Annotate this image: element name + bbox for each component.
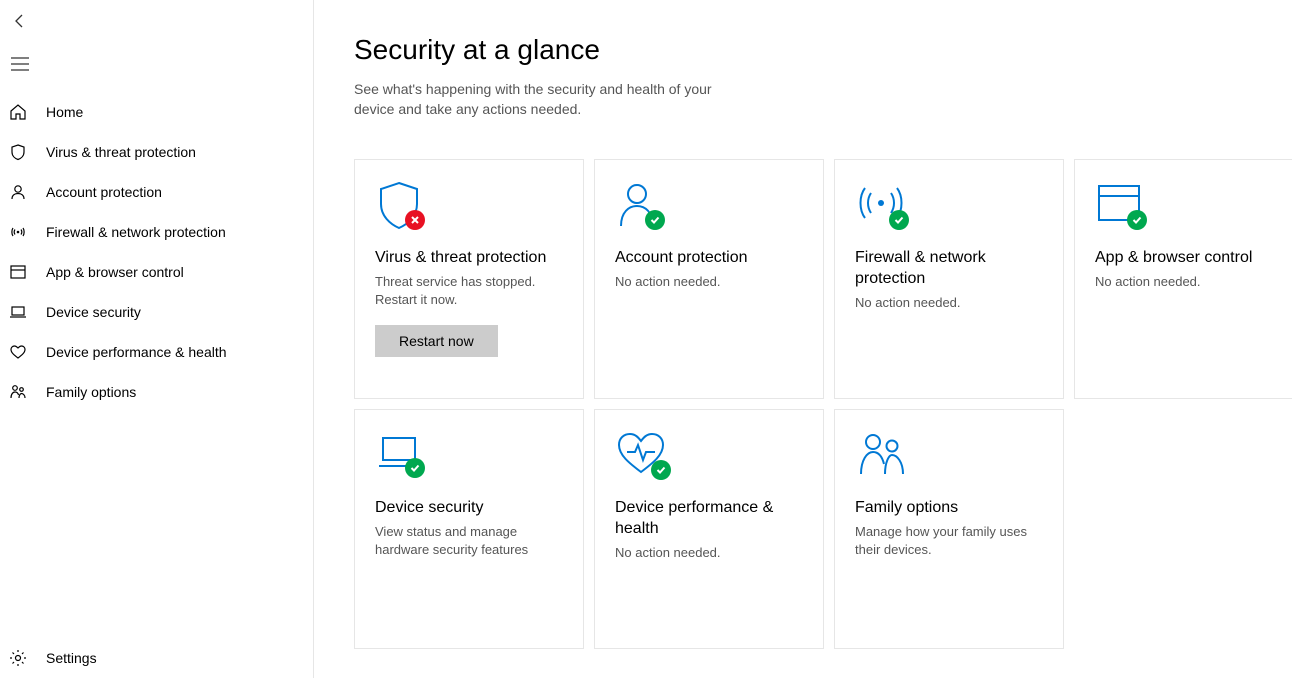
nav-item-virus[interactable]: Virus & threat protection (0, 132, 313, 172)
menu-button[interactable] (8, 52, 32, 76)
sidebar: Home Virus & threat protection Account p… (0, 0, 314, 678)
nav-item-home[interactable]: Home (0, 92, 313, 132)
tile-desc: No action needed. (615, 544, 803, 562)
hamburger-icon (11, 57, 29, 71)
family-icon (8, 382, 28, 402)
nav-item-account[interactable]: Account protection (0, 172, 313, 212)
nav-label: Family options (46, 384, 136, 400)
ok-badge-icon (1127, 210, 1147, 230)
shield-icon (8, 142, 28, 162)
tile-title: Virus & threat protection (375, 248, 563, 269)
tile-family-options[interactable]: Family options Manage how your family us… (834, 409, 1064, 649)
main-content: Security at a glance See what's happenin… (314, 0, 1292, 678)
nav-item-device-security[interactable]: Device security (0, 292, 313, 332)
tile-desc: Manage how your family uses their device… (855, 523, 1043, 559)
nav-label: Device performance & health (46, 344, 227, 360)
window-icon (8, 262, 28, 282)
page-subtitle: See what's happening with the security a… (354, 80, 754, 119)
tile-device-health[interactable]: Device performance & health No action ne… (594, 409, 824, 649)
tile-title: Device security (375, 498, 563, 519)
nav-label: Account protection (46, 184, 162, 200)
heart-icon (8, 342, 28, 362)
restart-now-button[interactable]: Restart now (375, 325, 498, 357)
nav-label: Virus & threat protection (46, 144, 196, 160)
arrow-left-icon (12, 13, 28, 29)
tiles-grid: Virus & threat protection Threat service… (354, 159, 1292, 649)
tile-title: Device performance & health (615, 498, 803, 540)
tile-desc: No action needed. (615, 273, 803, 291)
tile-title: Account protection (615, 248, 803, 269)
tile-device-security[interactable]: Device security View status and manage h… (354, 409, 584, 649)
tile-account-protection[interactable]: Account protection No action needed. (594, 159, 824, 399)
ok-badge-icon (651, 460, 671, 480)
nav-item-device-health[interactable]: Device performance & health (0, 332, 313, 372)
tile-desc: No action needed. (1095, 273, 1283, 291)
nav-label: Device security (46, 304, 141, 320)
nav-label: Settings (46, 650, 97, 666)
tile-desc: View status and manage hardware security… (375, 523, 563, 559)
nav-item-app-browser[interactable]: App & browser control (0, 252, 313, 292)
back-button[interactable] (8, 9, 32, 33)
family-large-icon (855, 430, 909, 480)
antenna-icon (8, 222, 28, 242)
page-title: Security at a glance (354, 34, 1292, 66)
nav-label: App & browser control (46, 264, 184, 280)
gear-icon (8, 648, 28, 668)
tile-firewall[interactable]: Firewall & network protection No action … (834, 159, 1064, 399)
nav-list: Home Virus & threat protection Account p… (0, 92, 313, 678)
tile-desc: Threat service has stopped. Restart it n… (375, 273, 563, 309)
nav-item-family[interactable]: Family options (0, 372, 313, 412)
tile-desc: No action needed. (855, 294, 1043, 312)
tile-app-browser[interactable]: App & browser control No action needed. (1074, 159, 1292, 399)
tile-title: Firewall & network protection (855, 248, 1043, 290)
nav-label: Home (46, 104, 83, 120)
tile-title: App & browser control (1095, 248, 1283, 269)
nav-item-firewall[interactable]: Firewall & network protection (0, 212, 313, 252)
person-icon (8, 182, 28, 202)
home-icon (8, 102, 28, 122)
tile-virus-threat[interactable]: Virus & threat protection Threat service… (354, 159, 584, 399)
nav-item-settings[interactable]: Settings (0, 638, 313, 678)
nav-label: Firewall & network protection (46, 224, 226, 240)
laptop-icon (8, 302, 28, 322)
tile-title: Family options (855, 498, 1043, 519)
